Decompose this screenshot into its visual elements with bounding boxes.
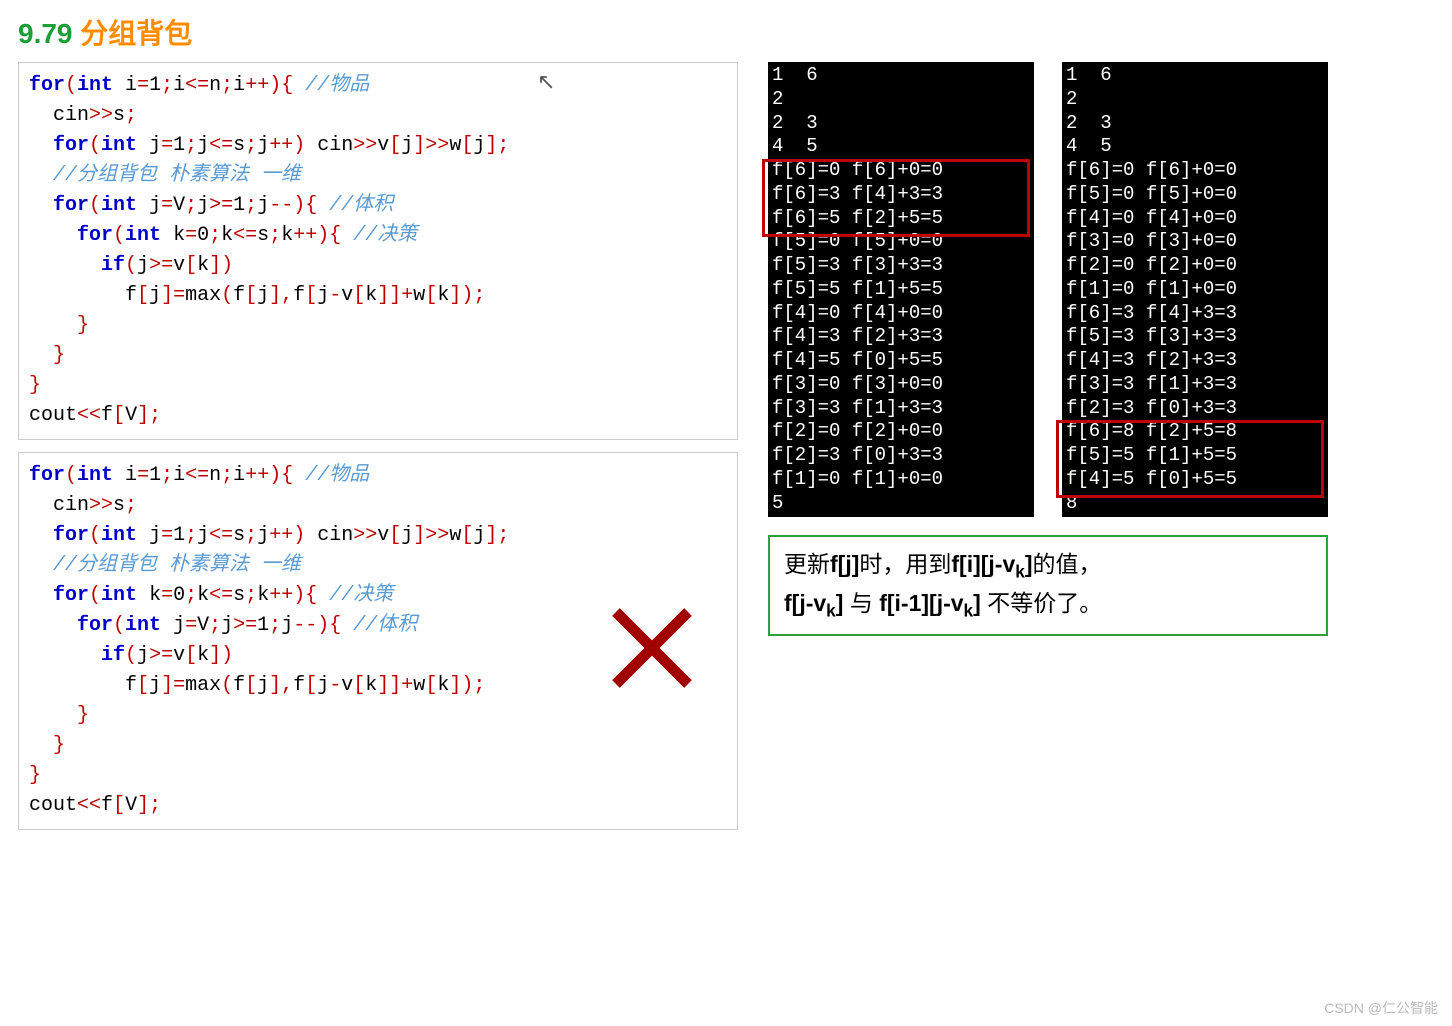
console-line: f[2]=0 f[2]+0=0 <box>1066 254 1324 278</box>
console-line: f[3]=3 f[1]+3=3 <box>1066 373 1324 397</box>
highlight-box-right <box>1056 420 1324 498</box>
code-correct: for(int i=1;i<=n;i++){ //物品 cin>>s; for(… <box>29 71 727 431</box>
title-text: 分组背包 <box>80 18 192 49</box>
console-line: f[1]=0 f[1]+0=0 <box>772 468 1030 492</box>
code-block-correct: ↖ for(int i=1;i<=n;i++){ //物品 cin>>s; fo… <box>18 62 738 440</box>
console-line: f[3]=3 f[1]+3=3 <box>772 397 1030 421</box>
watermark: CSDN @仁公智能 <box>1324 998 1438 1018</box>
note-line-1: 更新f[j]时，用到f[i][j-vk]的值， <box>784 547 1312 585</box>
cursor-icon: ↖ <box>537 69 555 95</box>
console-line: f[5]=5 f[1]+5=5 <box>772 278 1030 302</box>
console-line: f[6]=3 f[4]+3=3 <box>1066 302 1324 326</box>
page-title: 9.79 分组背包 <box>18 12 1434 52</box>
cross-icon <box>607 603 697 693</box>
console-line: f[4]=0 f[4]+0=0 <box>1066 207 1324 231</box>
explanation-note: 更新f[j]时，用到f[i][j-vk]的值， f[j-vk] 与 f[i-1]… <box>768 535 1328 636</box>
console-line: f[4]=3 f[2]+3=3 <box>772 325 1030 349</box>
console-line: f[4]=5 f[0]+5=5 <box>772 349 1030 373</box>
console-line: f[2]=0 f[2]+0=0 <box>772 420 1030 444</box>
console-line: f[5]=3 f[3]+3=3 <box>1066 325 1324 349</box>
console-line: f[2]=3 f[0]+3=3 <box>772 444 1030 468</box>
console-line: 2 <box>1066 88 1324 112</box>
note-line-2: f[j-vk] 与 f[i-1][j-vk] 不等价了。 <box>784 586 1312 624</box>
console-line: 2 3 <box>1066 112 1324 136</box>
console-line: f[3]=0 f[3]+0=0 <box>1066 230 1324 254</box>
console-line: f[4]=0 f[4]+0=0 <box>772 302 1030 326</box>
console-line: 1 6 <box>772 64 1030 88</box>
console-line: f[5]=0 f[5]+0=0 <box>1066 183 1324 207</box>
highlight-box-left <box>762 159 1030 237</box>
console-line: 5 <box>772 492 1030 516</box>
code-block-wrong: for(int i=1;i<=n;i++){ //物品 cin>>s; for(… <box>18 452 738 830</box>
console-line: f[4]=3 f[2]+3=3 <box>1066 349 1324 373</box>
console-line: 2 <box>772 88 1030 112</box>
console-line: f[6]=0 f[6]+0=0 <box>1066 159 1324 183</box>
console-output-left: 1 622 34 5f[6]=0 f[6]+0=0f[6]=3 f[4]+3=3… <box>768 62 1034 517</box>
console-line: 4 5 <box>772 135 1030 159</box>
console-line: f[5]=3 f[3]+3=3 <box>772 254 1030 278</box>
title-number: 9.79 <box>18 18 73 49</box>
console-line: 1 6 <box>1066 64 1324 88</box>
console-output-right: 1 622 34 5f[6]=0 f[6]+0=0f[5]=0 f[5]+0=0… <box>1062 62 1328 517</box>
console-line: 4 5 <box>1066 135 1324 159</box>
console-line: f[3]=0 f[3]+0=0 <box>772 373 1030 397</box>
console-line: 2 3 <box>772 112 1030 136</box>
console-line: f[2]=3 f[0]+3=3 <box>1066 397 1324 421</box>
console-line: f[1]=0 f[1]+0=0 <box>1066 278 1324 302</box>
